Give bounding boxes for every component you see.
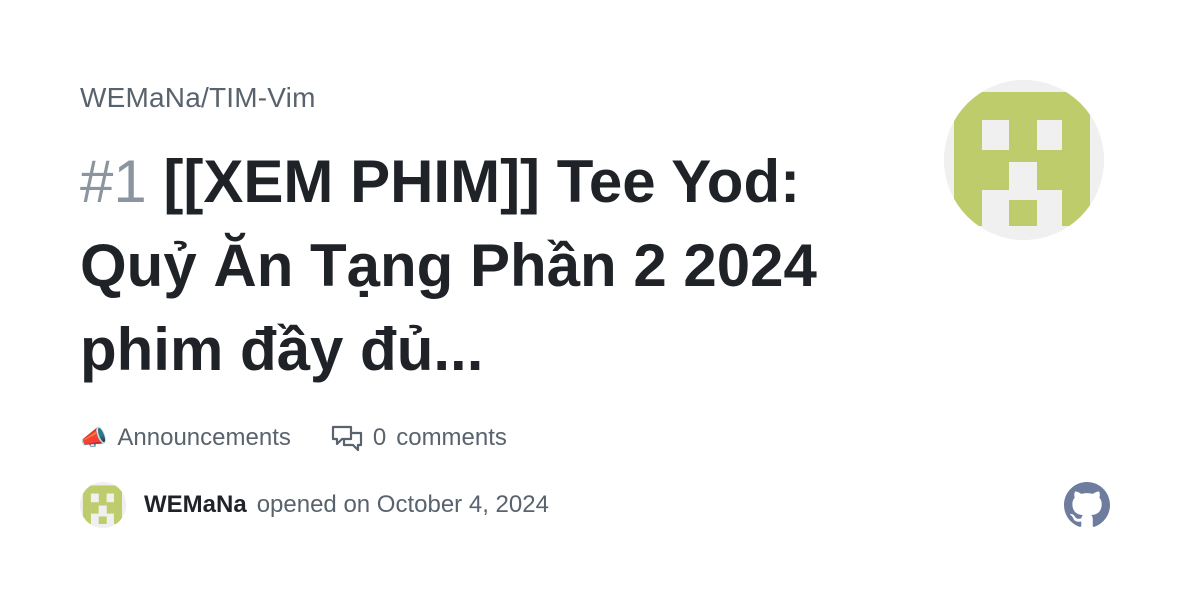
identicon-avatar-small <box>80 482 126 528</box>
issue-number: #1 <box>80 148 147 215</box>
comment-count: 0 <box>372 424 387 451</box>
author-username[interactable]: WEMaNa <box>144 491 247 519</box>
comment-label: comments <box>396 424 507 451</box>
comments-count[interactable]: 0 comments <box>331 424 507 452</box>
identicon-avatar <box>944 80 1104 240</box>
repo-name[interactable]: WEMaNa/TIM-Vim <box>80 82 316 114</box>
category-label[interactable]: 📣 Announcements <box>80 424 291 452</box>
github-icon <box>1064 482 1110 528</box>
social-preview-card: WEMaNa/TIM-Vim #1 [[XEM PHIM]] Tee Yod: … <box>0 0 1200 600</box>
megaphone-icon: 📣 <box>80 425 108 450</box>
comment-discussion-icon <box>331 425 362 452</box>
opened-date: opened on October 4, 2024 <box>256 491 549 518</box>
issue-meta: 📣 Announcements 0 comments <box>80 424 547 452</box>
author-line: WEMaNa opened on October 4, 2024 <box>80 482 549 528</box>
issue-title[interactable]: [[XEM PHIM]] Tee Yod: Quỷ Ăn Tạng Phần 2… <box>80 148 817 383</box>
category-name: Announcements <box>117 424 291 451</box>
author-avatar-large[interactable] <box>944 80 1104 240</box>
issue-title-heading: #1 [[XEM PHIM]] Tee Yod: Quỷ Ăn Tạng Phầ… <box>80 140 900 392</box>
author-avatar[interactable] <box>80 482 126 528</box>
